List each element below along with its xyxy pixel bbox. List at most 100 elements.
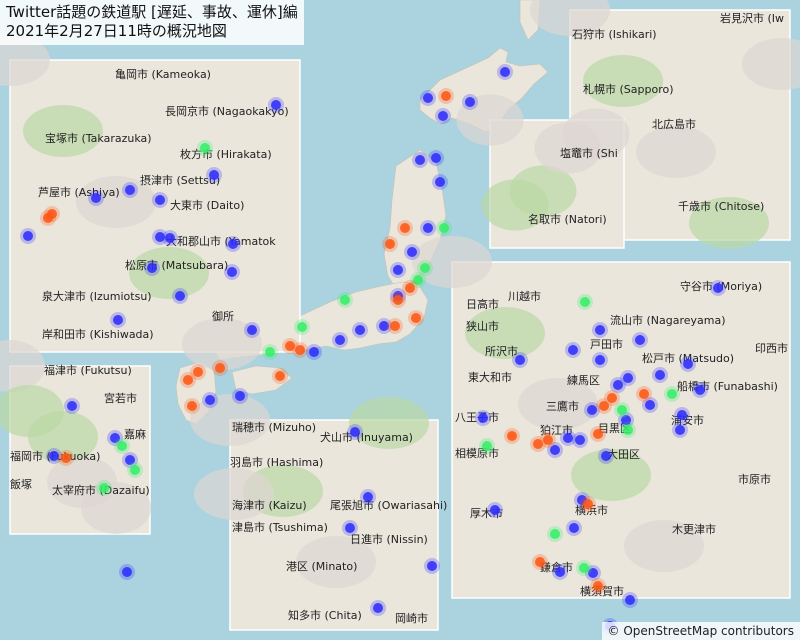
- station-marker-orange[interactable]: [382, 236, 398, 252]
- station-marker-green[interactable]: [577, 294, 593, 310]
- station-marker-blue[interactable]: [622, 592, 638, 608]
- station-marker-green[interactable]: [96, 480, 112, 496]
- station-marker-blue[interactable]: [674, 407, 690, 423]
- station-marker-orange[interactable]: [532, 554, 548, 570]
- station-marker-orange[interactable]: [180, 372, 196, 388]
- station-marker-blue[interactable]: [428, 150, 444, 166]
- station-marker-blue[interactable]: [152, 229, 168, 245]
- station-marker-orange[interactable]: [580, 496, 596, 512]
- station-marker-blue[interactable]: [680, 356, 696, 372]
- place-label: 印西市: [755, 341, 788, 355]
- station-marker-blue[interactable]: [632, 332, 648, 348]
- station-marker-blue[interactable]: [565, 342, 581, 358]
- station-marker-green[interactable]: [197, 140, 213, 156]
- station-marker-blue[interactable]: [232, 388, 248, 404]
- station-marker-green[interactable]: [547, 526, 563, 542]
- station-marker-orange[interactable]: [58, 450, 74, 466]
- station-marker-blue[interactable]: [268, 97, 284, 113]
- station-marker-orange[interactable]: [590, 578, 606, 594]
- station-marker-blue[interactable]: [710, 280, 726, 296]
- station-marker-blue[interactable]: [432, 174, 448, 190]
- osm-attribution[interactable]: © OpenStreetMap contributors: [601, 622, 800, 640]
- station-marker-green[interactable]: [337, 292, 353, 308]
- station-marker-blue[interactable]: [435, 108, 451, 124]
- place-label: 犬山市 (Inuyama): [320, 430, 413, 444]
- station-marker-blue[interactable]: [172, 288, 188, 304]
- station-marker-blue[interactable]: [306, 344, 322, 360]
- station-marker-orange[interactable]: [390, 292, 406, 308]
- station-marker-blue[interactable]: [572, 432, 588, 448]
- station-marker-blue[interactable]: [424, 558, 440, 574]
- place-label: 所沢市: [485, 344, 518, 358]
- station-marker-blue[interactable]: [202, 392, 218, 408]
- station-marker-orange[interactable]: [44, 206, 60, 222]
- station-marker-green[interactable]: [664, 386, 680, 402]
- station-marker-blue[interactable]: [652, 367, 668, 383]
- place-label: 市原市: [738, 472, 771, 486]
- station-marker-blue[interactable]: [20, 228, 36, 244]
- station-marker-blue[interactable]: [244, 322, 260, 338]
- station-marker-blue[interactable]: [64, 398, 80, 414]
- station-marker-blue[interactable]: [592, 352, 608, 368]
- station-marker-blue[interactable]: [390, 262, 406, 278]
- station-marker-blue[interactable]: [497, 64, 513, 80]
- station-marker-blue[interactable]: [672, 422, 688, 438]
- station-marker-blue[interactable]: [224, 264, 240, 280]
- station-marker-green[interactable]: [294, 319, 310, 335]
- station-marker-orange[interactable]: [272, 368, 288, 384]
- station-marker-blue[interactable]: [332, 332, 348, 348]
- station-marker-green[interactable]: [127, 462, 143, 478]
- station-marker-orange[interactable]: [402, 280, 418, 296]
- station-marker-orange[interactable]: [590, 426, 606, 442]
- station-marker-orange[interactable]: [292, 342, 308, 358]
- station-marker-green[interactable]: [576, 560, 592, 576]
- station-marker-green[interactable]: [479, 438, 495, 454]
- station-marker-orange[interactable]: [212, 360, 228, 376]
- station-marker-blue[interactable]: [487, 502, 503, 518]
- station-marker-blue[interactable]: [342, 520, 358, 536]
- station-marker-green[interactable]: [114, 438, 130, 454]
- map-canvas[interactable]: 亀岡市 (Kameoka)長岡京市 (Nagaokakyo)宝塚市 (Takar…: [0, 0, 800, 640]
- station-marker-blue[interactable]: [420, 220, 436, 236]
- station-marker-orange[interactable]: [387, 318, 403, 334]
- station-marker-blue[interactable]: [592, 322, 608, 338]
- station-marker-blue[interactable]: [566, 520, 582, 536]
- station-marker-blue[interactable]: [88, 190, 104, 206]
- station-marker-blue[interactable]: [144, 260, 160, 276]
- station-marker-blue[interactable]: [412, 152, 428, 168]
- station-marker-blue[interactable]: [692, 382, 708, 398]
- station-marker-orange[interactable]: [408, 310, 424, 326]
- station-marker-green[interactable]: [436, 220, 452, 236]
- station-marker-blue[interactable]: [225, 236, 241, 252]
- station-marker-blue[interactable]: [598, 448, 614, 464]
- station-marker-orange[interactable]: [397, 220, 413, 236]
- station-marker-blue[interactable]: [360, 489, 376, 505]
- inset-map-fukuoka[interactable]: 福津市 (Fukutsu)宮若市福岡市 (Fukuoka)嘉麻太宰府市 (Daz…: [0, 340, 151, 535]
- station-marker-blue[interactable]: [122, 182, 138, 198]
- station-marker-blue[interactable]: [206, 167, 222, 183]
- station-marker-orange[interactable]: [530, 436, 546, 452]
- station-marker-orange[interactable]: [636, 386, 652, 402]
- station-marker-blue[interactable]: [352, 322, 368, 338]
- station-marker-blue[interactable]: [512, 352, 528, 368]
- station-marker-orange[interactable]: [596, 398, 612, 414]
- station-marker-blue[interactable]: [475, 410, 491, 426]
- terrain-patch: [636, 126, 716, 178]
- station-marker-blue[interactable]: [420, 90, 436, 106]
- station-marker-blue[interactable]: [152, 192, 168, 208]
- inset-map-tokyo[interactable]: 川越市守谷市 (Moriya)日高市狭山市所沢市戸田市流山市 (Nagareya…: [412, 236, 791, 599]
- station-marker-orange[interactable]: [438, 88, 454, 104]
- inset-map-kansai[interactable]: 亀岡市 (Kameoka)長岡京市 (Nagaokakyo)宝塚市 (Takar…: [0, 34, 301, 370]
- place-label: 石狩市 (Ishikari): [572, 27, 657, 41]
- station-marker-green[interactable]: [620, 422, 636, 438]
- station-marker-orange[interactable]: [184, 398, 200, 414]
- station-marker-blue[interactable]: [110, 312, 126, 328]
- station-marker-orange[interactable]: [504, 428, 520, 444]
- station-marker-blue[interactable]: [370, 600, 386, 616]
- station-marker-blue[interactable]: [119, 564, 135, 580]
- station-marker-blue[interactable]: [552, 564, 568, 580]
- station-marker-green[interactable]: [262, 344, 278, 360]
- station-marker-blue[interactable]: [462, 94, 478, 110]
- station-marker-blue[interactable]: [347, 424, 363, 440]
- station-marker-blue[interactable]: [404, 244, 420, 260]
